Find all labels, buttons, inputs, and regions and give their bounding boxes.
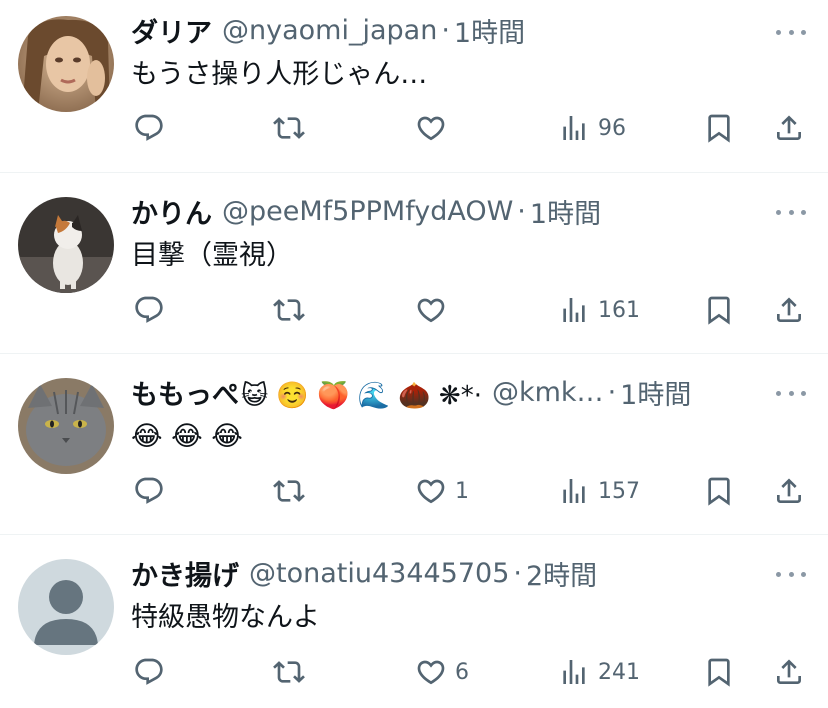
views-count: 161 [598,297,640,323]
bookmark-icon [703,475,735,507]
separator: · [607,376,617,408]
like-icon [415,294,447,326]
reply-icon [133,294,165,326]
avatar-photo-woman [18,16,114,112]
more-icon[interactable] [776,200,806,224]
like-button[interactable] [415,290,455,330]
like-button[interactable]: 6 [415,652,469,692]
more-icon[interactable] [776,381,806,405]
tweet-header: ダリア @nyaomi_japan · 1時間 [131,11,525,50]
display-name[interactable]: かき揚げ [131,554,239,593]
reply-icon [133,656,165,688]
tweet[interactable]: ももっぺ😺 ☺️ 🍑 🌊 🌰 ❋*· @kmk… · 1時間 😂 😂 😂 1 1… [0,354,828,534]
action-bar: 1 157 [0,471,828,511]
like-icon [415,656,447,688]
tweet[interactable]: かりん @peeMf5PPMfydAOW · 1時間 目撃（霊視） 161 [0,173,828,353]
avatar[interactable] [18,197,114,293]
share-button[interactable] [773,290,805,330]
retweet-button[interactable] [273,108,313,148]
views-button[interactable]: 157 [558,471,640,511]
like-count: 6 [455,659,469,685]
views-count: 96 [598,115,626,141]
reply-button[interactable] [133,290,173,330]
more-icon[interactable] [776,562,806,586]
retweet-icon [273,294,305,326]
share-icon [773,112,805,144]
reply-button[interactable] [133,471,173,511]
display-name[interactable]: ももっぺ😺 ☺️ 🍑 🌊 🌰 ❋*· [131,373,482,412]
avatar-photo-gray-cat [18,378,114,474]
tweet-text: 特級愚物なんよ [131,602,320,633]
tweet-text: 目撃（霊視） [131,240,293,271]
bookmark-button[interactable] [703,108,735,148]
reply-icon [133,112,165,144]
tweet-header: ももっぺ😺 ☺️ 🍑 🌊 🌰 ❋*· @kmk… · 1時間 [131,373,691,412]
views-count: 241 [598,659,640,685]
tweet[interactable]: ダリア @nyaomi_japan · 1時間 もうさ操り人形じゃん… 96 [0,0,828,172]
reply-button[interactable] [133,108,173,148]
user-handle[interactable]: @nyaomi_japan [222,15,437,46]
user-handle[interactable]: @peeMf5PPMfydAOW [222,196,513,227]
views-icon [558,294,590,326]
action-bar: 96 [0,108,828,148]
reply-icon [133,475,165,507]
views-icon [558,656,590,688]
action-bar: 6 241 [0,652,828,692]
tweet-header: かき揚げ @tonatiu43445705 · 2時間 [131,554,597,593]
like-icon [415,475,447,507]
avatar[interactable] [18,16,114,112]
avatar[interactable] [18,559,114,655]
like-button[interactable]: 1 [415,471,469,511]
like-button[interactable] [415,108,455,148]
action-bar: 161 [0,290,828,330]
bookmark-button[interactable] [703,471,735,511]
display-name[interactable]: かりん [131,192,212,231]
views-button[interactable]: 96 [558,108,626,148]
avatar[interactable] [18,378,114,474]
timestamp[interactable]: 1時間 [454,11,525,50]
bookmark-button[interactable] [703,652,735,692]
reply-button[interactable] [133,652,173,692]
bookmark-button[interactable] [703,290,735,330]
default-avatar-icon [18,559,114,655]
like-count: 1 [455,478,469,504]
retweet-icon [273,475,305,507]
views-icon [558,112,590,144]
tweet-header: かりん @peeMf5PPMfydAOW · 1時間 [131,192,601,231]
views-count: 157 [598,478,640,504]
retweet-button[interactable] [273,471,313,511]
display-name[interactable]: ダリア [131,11,212,50]
retweet-icon [273,112,305,144]
separator: · [517,195,526,227]
bookmark-icon [703,656,735,688]
views-button[interactable]: 161 [558,290,640,330]
share-icon [773,475,805,507]
retweet-button[interactable] [273,290,313,330]
bookmark-icon [703,112,735,144]
more-icon[interactable] [776,20,806,44]
tweet-text: 😂 😂 😂 [131,421,243,452]
share-button[interactable] [773,652,805,692]
retweet-button[interactable] [273,652,313,692]
share-icon [773,656,805,688]
user-handle[interactable]: @tonatiu43445705 [249,558,509,589]
share-button[interactable] [773,108,805,148]
share-button[interactable] [773,471,805,511]
separator: · [513,557,522,589]
user-handle[interactable]: @kmk… [492,377,604,408]
share-icon [773,294,805,326]
name-emoji: 😺 ☺️ 🍑 🌊 🌰 ❋*· [241,380,482,411]
avatar-photo-calico-cat [18,197,114,293]
tweet[interactable]: かき揚げ @tonatiu43445705 · 2時間 特級愚物なんよ 6 24… [0,535,828,708]
timestamp[interactable]: 1時間 [530,192,601,231]
views-button[interactable]: 241 [558,652,640,692]
views-icon [558,475,590,507]
separator: · [441,14,450,46]
timestamp[interactable]: 2時間 [526,554,597,593]
retweet-icon [273,656,305,688]
timestamp[interactable]: 1時間 [620,373,691,412]
like-icon [415,112,447,144]
tweet-text: もうさ操り人形じゃん… [131,59,428,90]
bookmark-icon [703,294,735,326]
